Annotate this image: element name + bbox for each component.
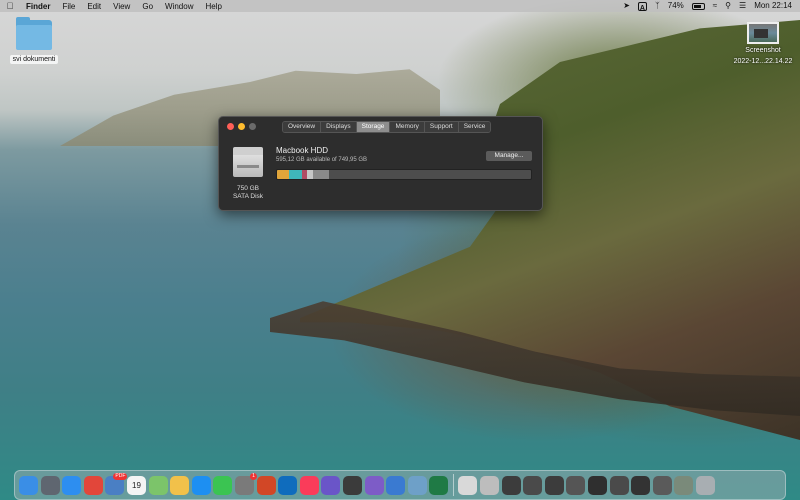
storage-usage-bar[interactable] bbox=[276, 169, 532, 180]
imovie-icon[interactable] bbox=[321, 475, 341, 495]
window-thumbnail-icon[interactable] bbox=[523, 475, 543, 495]
tab-memory[interactable]: Memory bbox=[390, 122, 425, 132]
powerpoint-icon[interactable] bbox=[256, 475, 276, 495]
document-icon[interactable] bbox=[480, 475, 500, 495]
chrome-icon[interactable] bbox=[83, 475, 103, 495]
system-preferences-icon[interactable]: 1 bbox=[234, 472, 257, 495]
tab-support[interactable]: Support bbox=[424, 122, 459, 132]
affinity-icon[interactable] bbox=[342, 475, 362, 495]
bluetooth-icon[interactable]: ᛉ bbox=[655, 0, 660, 12]
screenshot-name-line2: 2022-12...22.14.22 bbox=[733, 58, 793, 65]
search-icon[interactable]: ⚲ bbox=[725, 0, 731, 12]
app-store-icon[interactable] bbox=[191, 475, 211, 495]
about-this-mac-window: Overview Displays Storage Memory Support… bbox=[218, 116, 543, 211]
apple-icon[interactable]:  bbox=[0, 1, 20, 11]
menu-view[interactable]: View bbox=[107, 2, 136, 11]
folder-icon bbox=[14, 16, 54, 52]
music-icon[interactable] bbox=[299, 475, 319, 495]
storage-segment-apps[interactable] bbox=[277, 170, 290, 179]
minimize-button[interactable] bbox=[238, 123, 245, 130]
safari-icon[interactable] bbox=[62, 475, 82, 495]
finder-icon[interactable] bbox=[19, 475, 38, 495]
drive-available: 595,12 GB available of 749,95 GB bbox=[276, 157, 368, 163]
notification-badge: PDF bbox=[113, 472, 128, 480]
photos-icon[interactable] bbox=[170, 475, 190, 495]
window-controls bbox=[227, 123, 256, 130]
desktop-screenshot-file[interactable]: Screenshot 2022-12...22.14.22 bbox=[728, 22, 798, 66]
screenshot-thumbnail-icon bbox=[747, 22, 779, 44]
menu-bar:  Finder File Edit View Go Window Help ➤… bbox=[0, 0, 800, 12]
menu-window[interactable]: Window bbox=[159, 2, 199, 11]
window-thumbnail-icon[interactable] bbox=[674, 475, 694, 495]
location-arrow-icon[interactable]: ➤ bbox=[623, 0, 630, 12]
viber-icon[interactable] bbox=[364, 475, 384, 495]
preview-icon[interactable]: PDF bbox=[105, 472, 128, 495]
coastal-cliff bbox=[300, 20, 800, 440]
control-center-icon[interactable]: ☰ bbox=[739, 0, 746, 12]
tab-displays[interactable]: Displays bbox=[321, 122, 357, 132]
dock-separator bbox=[452, 474, 454, 496]
menu-file[interactable]: File bbox=[56, 2, 81, 11]
menu-app-name[interactable]: Finder bbox=[20, 2, 56, 11]
maps-icon[interactable] bbox=[148, 475, 168, 495]
drive-capacity-size: 750 GB bbox=[236, 185, 260, 192]
window-thumbnail-icon[interactable] bbox=[588, 475, 608, 495]
excel-icon[interactable] bbox=[429, 475, 449, 495]
menu-go[interactable]: Go bbox=[136, 2, 159, 11]
rocky-shore bbox=[270, 301, 800, 416]
folder-label: svi dokumenti bbox=[9, 55, 59, 64]
tab-overview[interactable]: Overview bbox=[283, 122, 322, 132]
menu-help[interactable]: Help bbox=[199, 2, 227, 11]
screenshot-name-line1: Screenshot bbox=[745, 47, 781, 54]
storage-segment-other[interactable] bbox=[312, 170, 330, 179]
drive-capacity: 750 GB SATA Disk bbox=[221, 185, 275, 201]
dock: PDF 19 1 bbox=[14, 470, 786, 500]
status-area: ➤ A ᛉ 74% ≈ ⚲ ☰ Mon 22:14 bbox=[623, 0, 800, 12]
hard-drive-icon bbox=[233, 147, 263, 179]
battery-icon[interactable] bbox=[691, 2, 705, 10]
quicktime-icon[interactable] bbox=[386, 475, 406, 495]
launchpad-icon[interactable] bbox=[40, 475, 60, 495]
window-thumbnail-icon[interactable] bbox=[652, 475, 672, 495]
window-thumbnail-icon[interactable] bbox=[631, 475, 651, 495]
messages-icon[interactable] bbox=[213, 475, 233, 495]
trash-icon[interactable] bbox=[696, 475, 715, 495]
window-thumbnail-icon[interactable] bbox=[609, 475, 629, 495]
wifi-icon[interactable]: ≈ bbox=[713, 0, 717, 12]
close-button[interactable] bbox=[227, 123, 234, 130]
tab-storage[interactable]: Storage bbox=[356, 122, 391, 132]
keyboard-input-icon[interactable]: A bbox=[637, 1, 647, 12]
window-thumbnail-icon[interactable] bbox=[501, 475, 521, 495]
clock[interactable]: Mon 22:14 bbox=[754, 0, 792, 12]
zoom-button[interactable] bbox=[249, 123, 256, 130]
outlook-icon[interactable] bbox=[278, 475, 298, 495]
tab-service[interactable]: Service bbox=[458, 122, 491, 132]
manage-button[interactable]: Manage... bbox=[486, 151, 532, 161]
image-capture-icon[interactable] bbox=[407, 475, 427, 495]
storage-segment-documents[interactable] bbox=[289, 170, 303, 179]
drive-capacity-type: SATA Disk bbox=[232, 193, 264, 200]
document-icon[interactable] bbox=[458, 475, 478, 495]
battery-percent[interactable]: 74% bbox=[668, 0, 684, 12]
calendar-icon[interactable]: 19 bbox=[126, 475, 146, 495]
tab-bar: Overview Displays Storage Memory Support… bbox=[282, 121, 492, 133]
notification-badge: 1 bbox=[250, 472, 257, 480]
desktop-folder[interactable]: svi dokumenti bbox=[6, 16, 62, 64]
window-thumbnail-icon[interactable] bbox=[566, 475, 586, 495]
menu-edit[interactable]: Edit bbox=[81, 2, 107, 11]
window-thumbnail-icon[interactable] bbox=[544, 475, 564, 495]
drive-name: Macbook HDD bbox=[276, 146, 329, 155]
